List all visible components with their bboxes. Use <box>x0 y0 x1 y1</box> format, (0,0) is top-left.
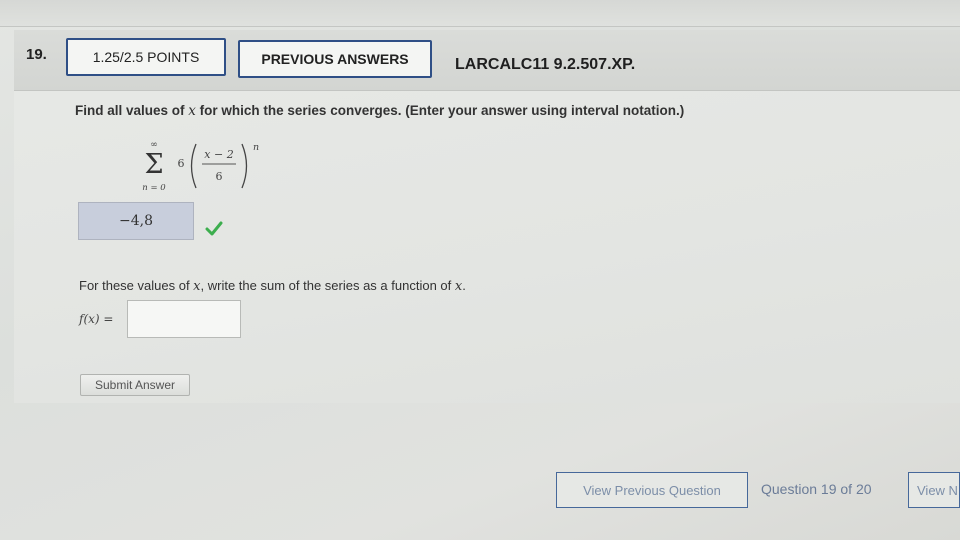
right-paren <box>241 143 248 189</box>
prompt-part: for which the series converges. (Enter y… <box>195 103 685 118</box>
question-number: 19. <box>26 46 47 63</box>
view-previous-question-button[interactable]: View Previous Question <box>556 472 748 508</box>
sum-prompt: For these values of x, write the sum of … <box>79 278 466 294</box>
top-strip <box>0 0 960 27</box>
submit-answer-button[interactable]: Submit Answer <box>80 374 190 396</box>
question-progress: Question 19 of 20 <box>761 481 872 497</box>
question-prompt: Find all values of x for which the serie… <box>75 103 684 119</box>
sum-part: For these values of <box>79 278 194 293</box>
points-badge: 1.25/2.5 POINTS <box>66 38 226 76</box>
answer-field-interval[interactable]: −4,8 <box>78 202 194 240</box>
series-expression: ∞ Σ n = 0 6 x − 2 6 n <box>138 134 298 194</box>
sum-variable: x <box>193 279 201 294</box>
series-exponent: n <box>253 142 259 153</box>
fx-input[interactable] <box>127 300 241 338</box>
sum-part: , write the sum of the series as a funct… <box>200 278 455 293</box>
sigma-symbol: Σ <box>144 149 163 180</box>
fraction-denominator: 6 <box>216 170 223 183</box>
previous-answers-button[interactable]: PREVIOUS ANSWERS <box>238 40 432 78</box>
lower-limit: n = 0 <box>142 183 166 193</box>
sum-part: . <box>462 278 466 293</box>
fraction-numerator: x − 2 <box>204 148 233 161</box>
prompt-part: Find all values of <box>75 103 189 118</box>
course-code: LARCALC11 9.2.507.XP. <box>455 56 636 73</box>
view-next-question-button[interactable]: View N <box>908 472 960 508</box>
series-svg: ∞ Σ n = 0 6 x − 2 6 n <box>142 140 259 193</box>
left-paren <box>190 143 197 189</box>
check-icon <box>205 221 223 236</box>
prompt-variable: x <box>188 103 196 119</box>
fx-label: f(x) = <box>79 312 114 326</box>
series-coefficient: 6 <box>178 157 185 170</box>
